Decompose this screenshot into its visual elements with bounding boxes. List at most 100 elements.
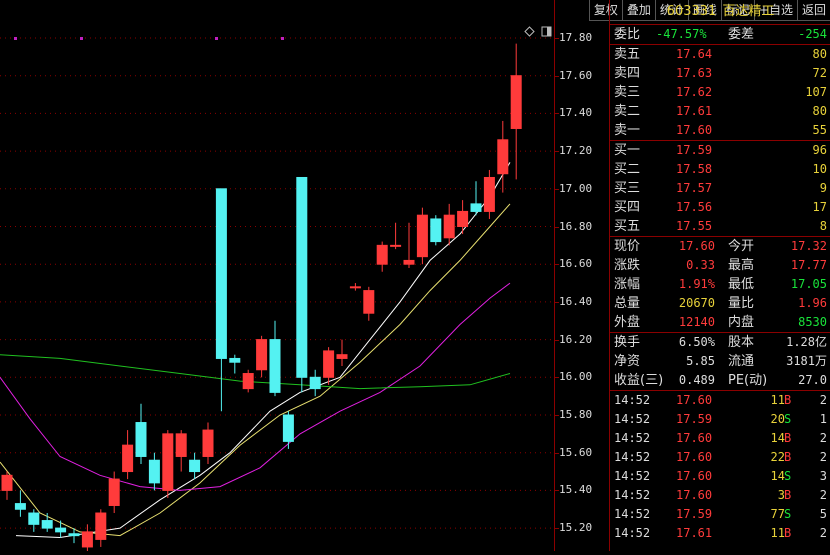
axis-tick-mark <box>555 38 559 39</box>
fund-value: 27.0 <box>798 373 827 387</box>
sell-volume: 55 <box>812 123 827 137</box>
quote-value: 17.32 <box>790 239 827 253</box>
candle-body <box>323 350 335 378</box>
fund-value: 1.28亿 <box>786 335 827 349</box>
candle-body <box>443 214 455 239</box>
tick-count: 2 <box>819 526 827 540</box>
buy-level-label: 买二 <box>614 162 641 177</box>
fund-label: 净资 <box>614 354 641 369</box>
quote-row: 外盘 12140 内盘 8530 <box>610 313 830 333</box>
quote-label: 现价 <box>614 239 641 254</box>
candle-body <box>122 444 134 473</box>
sell-level-label: 卖一 <box>614 123 641 138</box>
tick-row: 14:52 17.61 11 B 2 <box>610 524 830 543</box>
candle-body <box>430 218 442 243</box>
axis-tick-mark <box>555 264 559 266</box>
axis-tick-mark <box>555 377 559 379</box>
window-toggle-icon[interactable] <box>541 26 552 37</box>
tick-count: 5 <box>819 507 827 521</box>
fund-row: 换手 6.50% 股本 1.28亿 <box>610 333 830 352</box>
fund-value: 3181万 <box>786 354 827 368</box>
axis-tick-label: 17.20 <box>559 144 593 158</box>
buy-volume: 10 <box>812 162 827 176</box>
sell-row: 卖三 17.62 107 <box>610 83 830 102</box>
candle-body <box>28 512 40 525</box>
axis-tick-mark <box>555 75 559 77</box>
candle-body <box>416 214 428 258</box>
buy-row: 买四 17.56 17 <box>610 198 830 217</box>
sell-volume: 80 <box>812 104 827 118</box>
axis-tick-mark <box>555 528 559 530</box>
candle-body <box>81 531 93 548</box>
candle-body <box>349 286 361 289</box>
quote-row: 现价 17.60 今开 17.32 <box>610 237 830 256</box>
tick-list[interactable]: 14:52 17.60 11 B 2 14:52 17.59 20 S 1 14:52 17.60 14… <box>610 391 830 543</box>
kline-chart[interactable] <box>0 0 554 555</box>
candle-body <box>108 478 120 506</box>
candle-body <box>95 512 107 540</box>
axis-tick-label: 15.60 <box>559 445 593 459</box>
buy-orders: 买一 17.59 96 买二 17.58 10 买三 17.57 9 买四 17.56 17 买五 17.… <box>610 141 830 237</box>
fund-label: 股本 <box>728 335 755 350</box>
candle-body <box>483 176 495 212</box>
tick-time: 14:52 <box>614 488 651 502</box>
axis-tick-mark <box>555 188 559 190</box>
quote-label: 量比 <box>728 296 755 311</box>
axis-tick-label: 15.80 <box>559 408 593 421</box>
quote-value: 1.96 <box>798 296 827 310</box>
fund-row: 收益(三) 0.489 PE(动) 27.0 <box>610 371 830 391</box>
candle-body <box>497 139 509 175</box>
diamond-icon[interactable] <box>524 26 535 37</box>
buy-price: 17.57 <box>676 181 713 195</box>
candle-body <box>55 527 67 533</box>
axis-tick-mark <box>555 301 559 303</box>
price-axis: 17.80 17.60 17.40 17.20 17.00 16.80 16.60 16.40… <box>554 0 610 551</box>
sell-row: 卖四 17.63 72 <box>610 64 830 83</box>
candle-body <box>229 357 241 363</box>
tick-volume: 11 <box>770 526 785 540</box>
candle-body <box>189 459 201 473</box>
stock-code: 603331 <box>666 4 717 19</box>
candle-body <box>363 290 375 314</box>
fundamentals: 换手 6.50% 股本 1.28亿 净资 5.85 流通 3181万 收益(三) 0.489 PE(… <box>610 333 830 391</box>
tick-volume: 14 <box>770 469 785 483</box>
candle-body <box>135 422 147 457</box>
axis-tick-mark <box>555 452 559 454</box>
axis-tick-label: 17.40 <box>559 106 593 120</box>
quote-value: 1.91% <box>678 277 715 291</box>
tick-price: 17.60 <box>676 469 713 483</box>
quote-label: 涨跌 <box>614 258 641 273</box>
tick-time: 14:52 <box>614 507 651 521</box>
axis-tick-mark <box>555 113 559 115</box>
tick-time: 14:52 <box>614 412 651 426</box>
tick-side: S <box>784 507 792 521</box>
sell-orders: 卖五 17.64 80 卖四 17.63 72 卖三 17.62 107 卖二 17.61 80 卖一 1… <box>610 45 830 141</box>
candle-body <box>296 176 308 378</box>
tick-count: 3 <box>819 469 827 483</box>
axis-tick-label: 17.80 <box>559 31 593 44</box>
axis-tick-label: 16.40 <box>559 294 593 308</box>
sell-level-label: 卖二 <box>614 104 641 119</box>
quote-value: 17.60 <box>678 239 715 253</box>
axis-tick-label: 16.60 <box>559 257 593 271</box>
kline-svg[interactable] <box>0 0 554 555</box>
quote-label: 今开 <box>728 239 755 254</box>
candle-body <box>403 259 415 265</box>
tick-row: 14:52 17.60 22 B 2 <box>610 448 830 467</box>
axis-tick-label: 16.80 <box>559 219 593 233</box>
axis-tick-mark <box>555 226 559 228</box>
quote-stats: 现价 17.60 今开 17.32 涨跌 0.33 最高 17.77 涨幅 1.91% 最低 17.0… <box>610 237 830 333</box>
marker-dot <box>14 37 17 40</box>
candle-body <box>309 376 321 390</box>
ma60-line <box>0 354 511 390</box>
commission-ratio-label: 委比 <box>614 27 641 42</box>
buy-volume: 96 <box>812 143 827 157</box>
quote-value: 17.05 <box>790 277 827 291</box>
tick-price: 17.59 <box>676 412 713 426</box>
axis-tick-label: 16.00 <box>559 370 593 384</box>
sell-level-label: 卖五 <box>614 47 641 62</box>
sell-volume: 72 <box>812 66 827 80</box>
quote-value: 12140 <box>678 315 715 329</box>
quote-row: 涨幅 1.91% 最低 17.05 <box>610 275 830 294</box>
tick-volume: 14 <box>770 431 785 445</box>
